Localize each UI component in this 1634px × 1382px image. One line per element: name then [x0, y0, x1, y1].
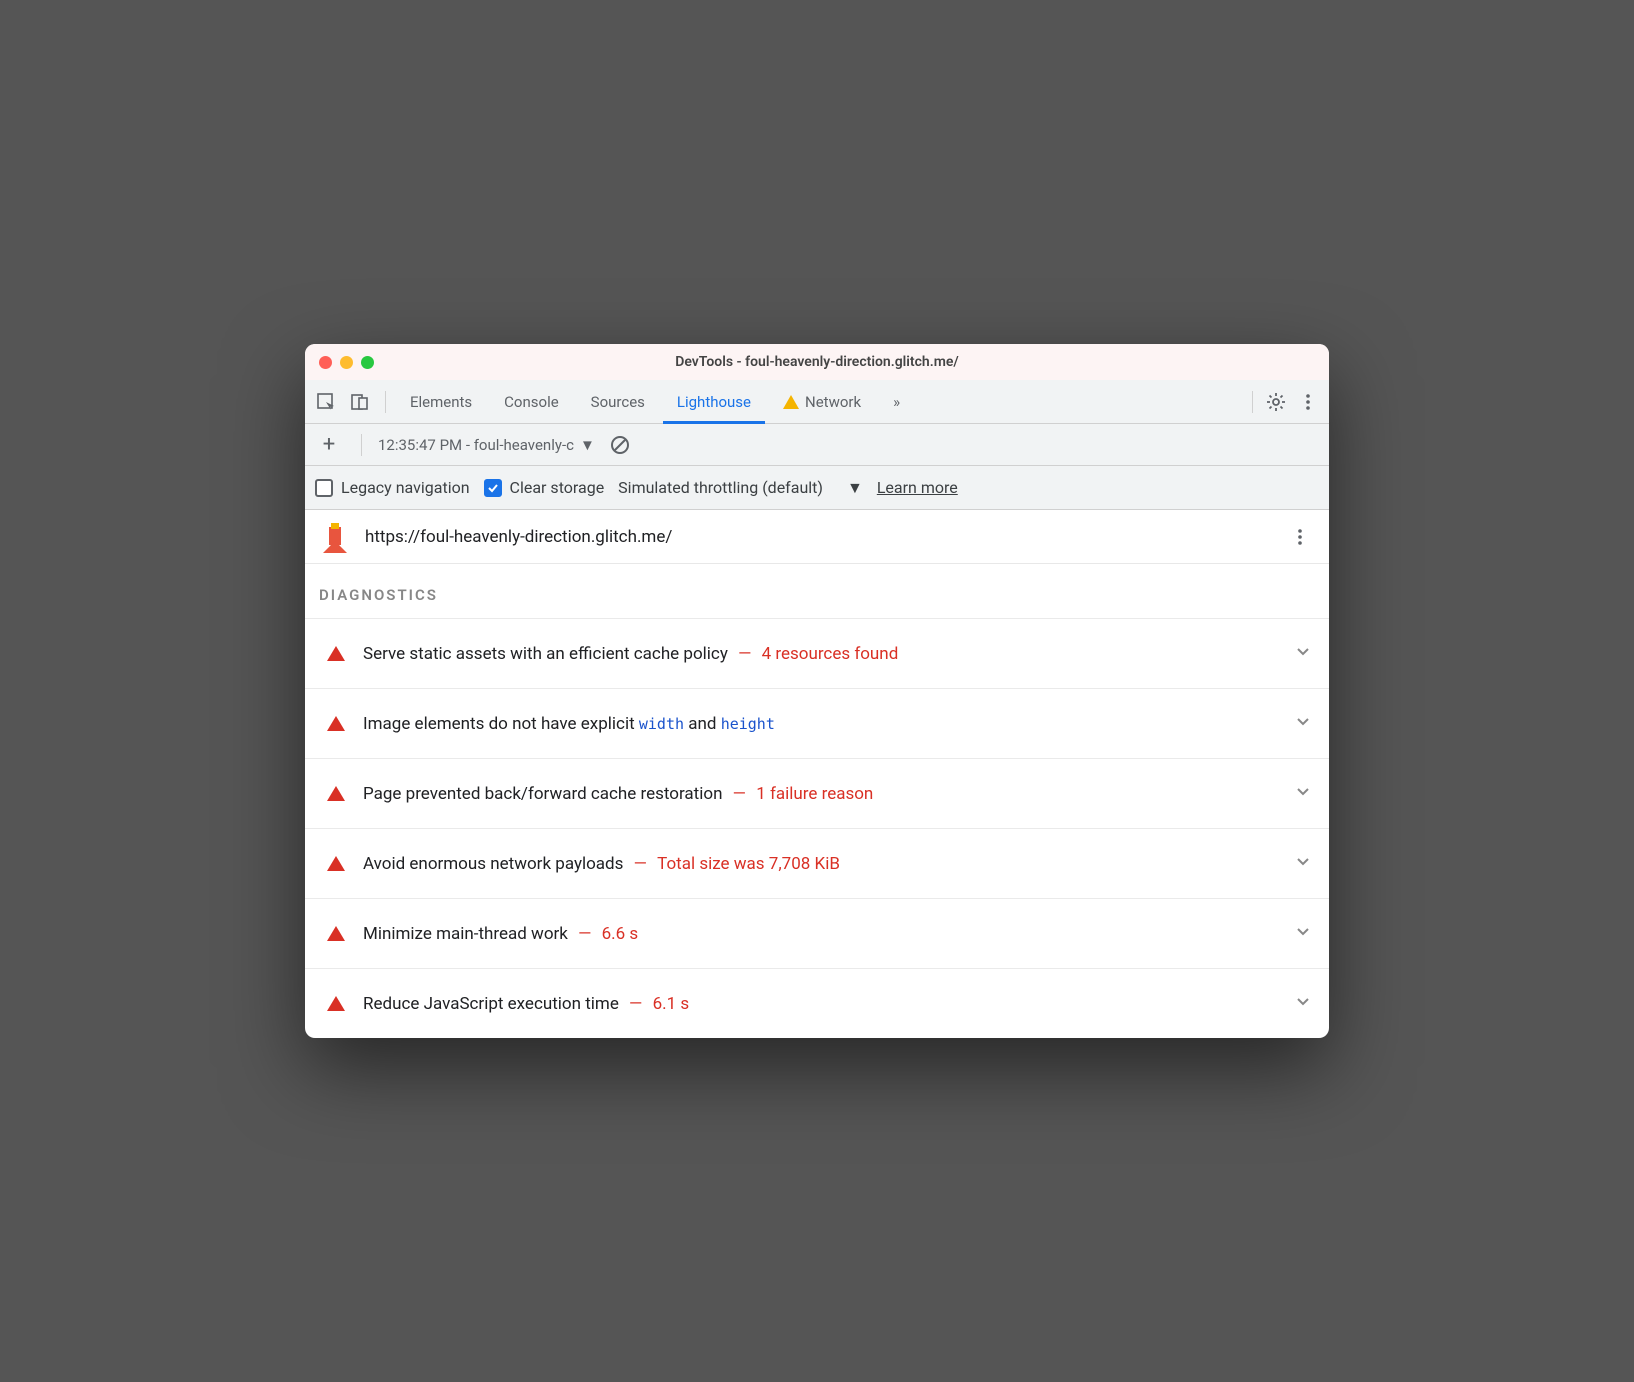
tab-network[interactable]: Network: [769, 380, 875, 424]
traffic-lights: [305, 356, 374, 369]
tab-elements[interactable]: Elements: [396, 380, 486, 424]
chevron-down-icon[interactable]: [1295, 923, 1311, 944]
audits-list: Serve static assets with an efficient ca…: [305, 618, 1329, 1038]
code-height: height: [721, 715, 775, 733]
audit-row[interactable]: Image elements do not have explicit widt…: [305, 688, 1329, 758]
tabs-right-tools: [1246, 387, 1323, 417]
lighthouse-options: Legacy navigation Clear storage Simulate…: [305, 466, 1329, 510]
separator: [361, 434, 362, 456]
device-toolbar-icon[interactable]: [345, 387, 375, 417]
throttling-label: Simulated throttling (default): [618, 478, 823, 497]
warning-icon: [783, 395, 799, 409]
audit-detail: 1 failure reason: [756, 784, 873, 804]
audit-row[interactable]: Reduce JavaScript execution time — 6.1 s: [305, 968, 1329, 1038]
chevron-down-icon[interactable]: [1295, 783, 1311, 804]
chevron-down-icon: ▼: [847, 478, 863, 498]
chevron-down-icon: ▼: [580, 436, 595, 454]
clear-icon[interactable]: [605, 430, 635, 460]
tabs-overflow[interactable]: »: [879, 380, 914, 424]
audit-text: Serve static assets with an efficient ca…: [363, 644, 898, 664]
tab-label: Network: [805, 393, 861, 411]
minimize-window-button[interactable]: [340, 356, 353, 369]
tab-label: Elements: [410, 393, 472, 411]
report-selector[interactable]: 12:35:47 PM - foul-heavenly-c ▼: [378, 436, 595, 454]
audit-title-mid: and: [684, 714, 721, 734]
option-label: Legacy navigation: [341, 478, 470, 497]
separator: [385, 391, 386, 413]
audit-title: Serve static assets with an efficient ca…: [363, 644, 728, 664]
option-label: Clear storage: [510, 478, 605, 497]
tab-label: Console: [504, 393, 559, 411]
audit-title: Reduce JavaScript execution time: [363, 994, 619, 1014]
chevron-down-icon[interactable]: [1295, 713, 1311, 734]
audit-detail: 4 resources found: [762, 644, 899, 664]
legacy-navigation-option[interactable]: Legacy navigation: [315, 478, 470, 497]
fail-triangle-icon: [327, 646, 345, 661]
audit-row[interactable]: Serve static assets with an efficient ca…: [305, 618, 1329, 688]
clear-storage-option[interactable]: Clear storage: [484, 478, 605, 497]
report-url: https://foul-heavenly-direction.glitch.m…: [365, 527, 1271, 547]
audit-title: Avoid enormous network payloads: [363, 854, 623, 874]
audit-row[interactable]: Minimize main-thread work — 6.6 s: [305, 898, 1329, 968]
audit-text: Page prevented back/forward cache restor…: [363, 784, 873, 804]
devtools-tab-bar: Elements Console Sources Lighthouse Netw…: [305, 380, 1329, 424]
titlebar: DevTools - foul-heavenly-direction.glitc…: [305, 344, 1329, 380]
lighthouse-toolbar: + 12:35:47 PM - foul-heavenly-c ▼: [305, 424, 1329, 466]
report-menu-icon[interactable]: [1285, 522, 1315, 552]
code-width: width: [639, 715, 684, 733]
tab-lighthouse[interactable]: Lighthouse: [663, 380, 765, 424]
checkbox-unchecked-icon[interactable]: [315, 479, 333, 497]
maximize-window-button[interactable]: [361, 356, 374, 369]
audit-text: Reduce JavaScript execution time — 6.1 s: [363, 994, 689, 1014]
kebab-menu-icon[interactable]: [1293, 387, 1323, 417]
audit-detail: 6.1 s: [653, 994, 690, 1014]
chevron-down-icon[interactable]: [1295, 993, 1311, 1014]
audit-title: Page prevented back/forward cache restor…: [363, 784, 722, 804]
audit-text: Minimize main-thread work — 6.6 s: [363, 924, 638, 944]
report-url-row: https://foul-heavenly-direction.glitch.m…: [305, 510, 1329, 564]
audit-row[interactable]: Page prevented back/forward cache restor…: [305, 758, 1329, 828]
tab-console[interactable]: Console: [490, 380, 573, 424]
diagnostics-header: DIAGNOSTICS: [305, 564, 1329, 618]
audit-detail: Total size was 7,708 KiB: [657, 854, 840, 874]
fail-triangle-icon: [327, 716, 345, 731]
chevron-down-icon[interactable]: [1295, 853, 1311, 874]
chevron-down-icon[interactable]: [1295, 643, 1311, 664]
report-selector-label: 12:35:47 PM - foul-heavenly-c: [378, 436, 574, 454]
lighthouse-icon: [319, 521, 351, 553]
separator: [1252, 391, 1253, 413]
overflow-glyph: »: [893, 393, 900, 411]
dash: —: [625, 994, 647, 1014]
audit-title: Minimize main-thread work: [363, 924, 568, 944]
new-report-button[interactable]: +: [313, 429, 345, 461]
inspect-element-icon[interactable]: [311, 387, 341, 417]
tab-sources[interactable]: Sources: [577, 380, 659, 424]
tab-label: Lighthouse: [677, 393, 751, 411]
throttling-select[interactable]: Simulated throttling (default) ▼: [618, 478, 863, 498]
dash: —: [728, 784, 750, 804]
devtools-window: DevTools - foul-heavenly-direction.glitc…: [305, 344, 1329, 1038]
dash: —: [629, 854, 651, 874]
audit-row[interactable]: Avoid enormous network payloads — Total …: [305, 828, 1329, 898]
checkbox-checked-icon[interactable]: [484, 479, 502, 497]
window-title: DevTools - foul-heavenly-direction.glitc…: [305, 354, 1329, 370]
fail-triangle-icon: [327, 786, 345, 801]
dash: —: [574, 924, 596, 944]
tab-label: Sources: [591, 393, 645, 411]
audit-title: Image elements do not have explicit: [363, 714, 639, 734]
audit-text: Image elements do not have explicit widt…: [363, 714, 775, 734]
fail-triangle-icon: [327, 856, 345, 871]
fail-triangle-icon: [327, 996, 345, 1011]
dash: —: [734, 644, 756, 664]
audit-text: Avoid enormous network payloads — Total …: [363, 854, 840, 874]
audit-detail: 6.6 s: [602, 924, 639, 944]
close-window-button[interactable]: [319, 356, 332, 369]
fail-triangle-icon: [327, 926, 345, 941]
learn-more-link[interactable]: Learn more: [877, 478, 958, 497]
settings-icon[interactable]: [1261, 387, 1291, 417]
